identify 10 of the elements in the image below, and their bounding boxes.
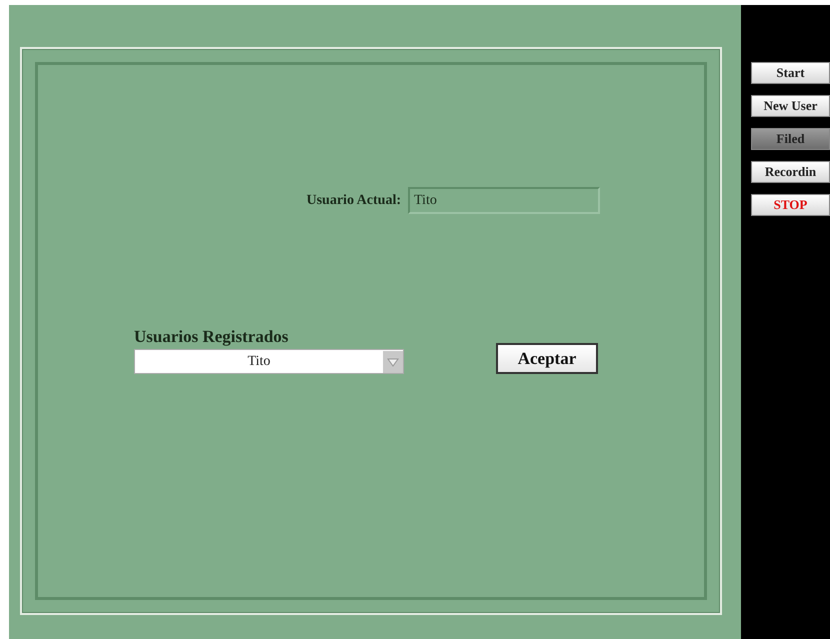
current-user-field[interactable]: Tito xyxy=(408,187,600,214)
registered-users-label: Usuarios Registrados xyxy=(134,327,290,347)
side-button[interactable]: STOP xyxy=(751,194,830,216)
accept-button[interactable]: Aceptar xyxy=(496,343,598,374)
side-button[interactable]: Start xyxy=(751,62,830,84)
user-dropdown[interactable]: Tito xyxy=(134,349,404,374)
side-button[interactable]: Recordin xyxy=(751,161,830,183)
side-button[interactable]: New User xyxy=(751,95,830,117)
current-user-label: Usuario Actual: xyxy=(306,192,401,210)
side-button[interactable]: Filed xyxy=(751,128,830,150)
